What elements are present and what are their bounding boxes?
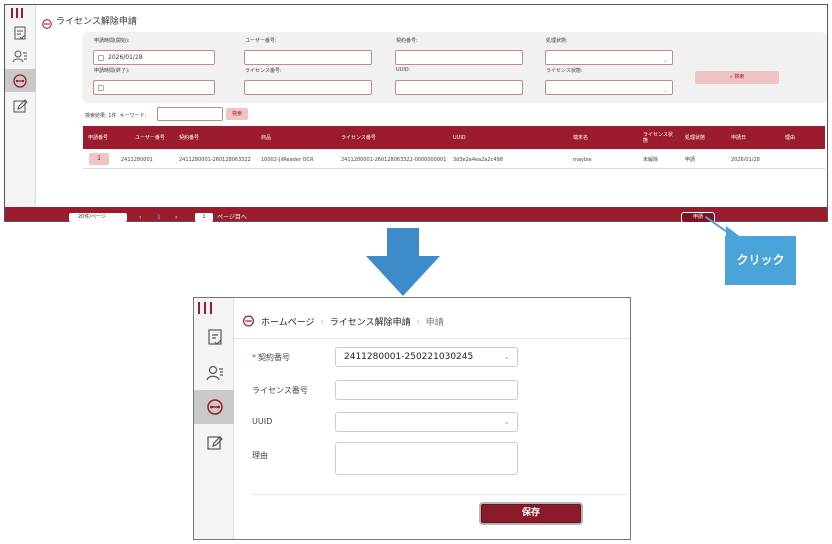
col-apply-date: 申請日 (731, 134, 747, 141)
chevron-down-icon: ⌄ (662, 87, 668, 94)
edit-icon[interactable] (12, 99, 28, 113)
breadcrumb: ホームページ › ライセンス解除申請 › 申請 (242, 314, 444, 328)
contract-no-select[interactable]: 2411280001-250221030245 ⌄ (335, 347, 518, 367)
click-callout: クリック (725, 236, 796, 285)
clipboard-check-icon[interactable] (12, 26, 28, 40)
license-no-field[interactable] (244, 80, 372, 95)
col-user-no: ユーザー番号 (135, 134, 165, 141)
cell-uuid: 3d3e2e4ea2a2c498 (453, 156, 503, 163)
user-list-icon[interactable] (12, 49, 28, 63)
breadcrumb-current: 申請 (425, 317, 444, 328)
breadcrumb-section[interactable]: ライセンス解除申請 (330, 315, 411, 328)
uuid-field[interactable] (395, 80, 523, 95)
cell-apply-date: 2026/01/28 (731, 156, 760, 163)
chevron-down-icon: ⌄ (503, 352, 510, 361)
col-uuid: UUID (453, 134, 466, 141)
save-button[interactable]: 保存 (479, 502, 583, 525)
license-status-select[interactable]: ⌄ (545, 80, 673, 95)
down-arrow-icon (387, 228, 419, 258)
divider (234, 338, 630, 339)
reason-label: 理由 (252, 451, 268, 460)
sidebar (5, 5, 36, 207)
user-list-icon[interactable] (206, 364, 224, 382)
col-process-status: 処理状態 (685, 134, 706, 141)
license-list-screen: ライセンス解除申請 申請時間(開始): 2026/01/28 ユーザー番号: 契… (4, 4, 828, 223)
cell-license-status: 未解除 (643, 157, 659, 163)
user-no-label: ユーザー番号: (245, 38, 277, 44)
license-no-field[interactable] (335, 380, 518, 400)
process-status-label: 処理状態: (546, 38, 568, 44)
divider (252, 494, 628, 495)
contract-no-field[interactable] (395, 50, 523, 65)
chevron-down-icon: ⌄ (503, 417, 510, 426)
license-no-label: ライセンス番号 (252, 386, 308, 395)
license-release-icon[interactable] (12, 74, 28, 88)
chevron-down-icon: ⌄ (662, 57, 668, 64)
keyword-input[interactable] (157, 107, 223, 121)
page-title: ライセンス解除申請 (56, 17, 137, 27)
cell-user-no: 2411280001 (121, 156, 153, 163)
calendar-icon (98, 85, 104, 91)
col-license-no: ライセンス番号 (341, 134, 376, 141)
cell-product: 10002-JilReader OCR (261, 156, 314, 163)
apply-from-label: 申請時間(開始): (94, 38, 130, 44)
down-arrow-head (366, 256, 440, 296)
reason-textarea[interactable] (335, 442, 518, 475)
col-contract-no: 契約番号 (179, 134, 200, 141)
menu-icon[interactable] (11, 8, 23, 18)
apply-to-label: 申請時間(終了): (94, 68, 130, 74)
contract-no-label: 契約番号: (396, 38, 418, 44)
cell-contract-no: 2411280001-260128063322 (179, 156, 251, 163)
breadcrumb-separator-icon: › (320, 316, 324, 326)
uuid-select[interactable]: ⌄ (335, 412, 518, 432)
license-status-label: ライセンス状態: (546, 68, 583, 74)
search-button[interactable]: ⌕ 検索 (695, 71, 779, 84)
contract-no-label: * 契約番号 (252, 353, 290, 362)
cell-process-status: 申請 (685, 157, 696, 163)
edit-icon[interactable] (206, 434, 224, 452)
table-row[interactable]: 1 2411280001 2411280001-260128063322 100… (83, 150, 825, 169)
license-no-label: ライセンス番号: (245, 68, 282, 74)
user-no-field[interactable] (244, 50, 372, 65)
license-release-icon (41, 14, 53, 29)
process-status-select[interactable]: ⌄ (545, 50, 673, 65)
per-page-select[interactable]: 20件/ページ (69, 213, 127, 222)
goto-page-input[interactable]: 1 (195, 213, 213, 222)
cell-device: maybie (573, 156, 592, 163)
calendar-icon (98, 55, 104, 61)
keyword-search-button[interactable]: 検索 (226, 108, 248, 120)
table-header: 申請番号 ユーザー番号 契約番号 商品 ライセンス番号 UUID 端末名 ライセ… (83, 126, 825, 149)
license-apply-screen: ホームページ › ライセンス解除申請 › 申請 * 契約番号 2411280001… (193, 297, 631, 540)
col-reason: 理由 (785, 134, 796, 141)
col-apply-no: 申請番号 (88, 134, 109, 141)
breadcrumb-separator-icon: › (416, 316, 420, 326)
sidebar (194, 298, 234, 539)
breadcrumb-home[interactable]: ホームページ (261, 315, 315, 328)
apply-no-button[interactable]: 1 (89, 153, 109, 165)
col-device: 端末名 (573, 134, 589, 141)
goto-page-label: ページ目へ (217, 214, 247, 221)
prev-page-button[interactable]: ‹ (139, 213, 141, 222)
current-page[interactable]: 1 (157, 213, 161, 222)
col-license-status: ライセンス状態 (643, 131, 673, 144)
result-count: 検索結果: 1件 キーワード: (85, 113, 147, 119)
uuid-label: UUID: (396, 67, 411, 73)
apply-to-field[interactable] (93, 80, 215, 95)
uuid-label: UUID (252, 417, 273, 426)
license-release-icon[interactable] (206, 398, 224, 416)
col-product: 商品 (261, 134, 272, 141)
menu-icon[interactable] (198, 302, 212, 314)
cell-license-no: 2411280001-260128063322-0000000001 (341, 156, 447, 163)
apply-from-field[interactable]: 2026/01/28 (93, 50, 215, 65)
license-release-icon (242, 315, 255, 327)
clipboard-check-icon[interactable] (206, 328, 224, 346)
next-page-button[interactable]: › (175, 213, 177, 222)
